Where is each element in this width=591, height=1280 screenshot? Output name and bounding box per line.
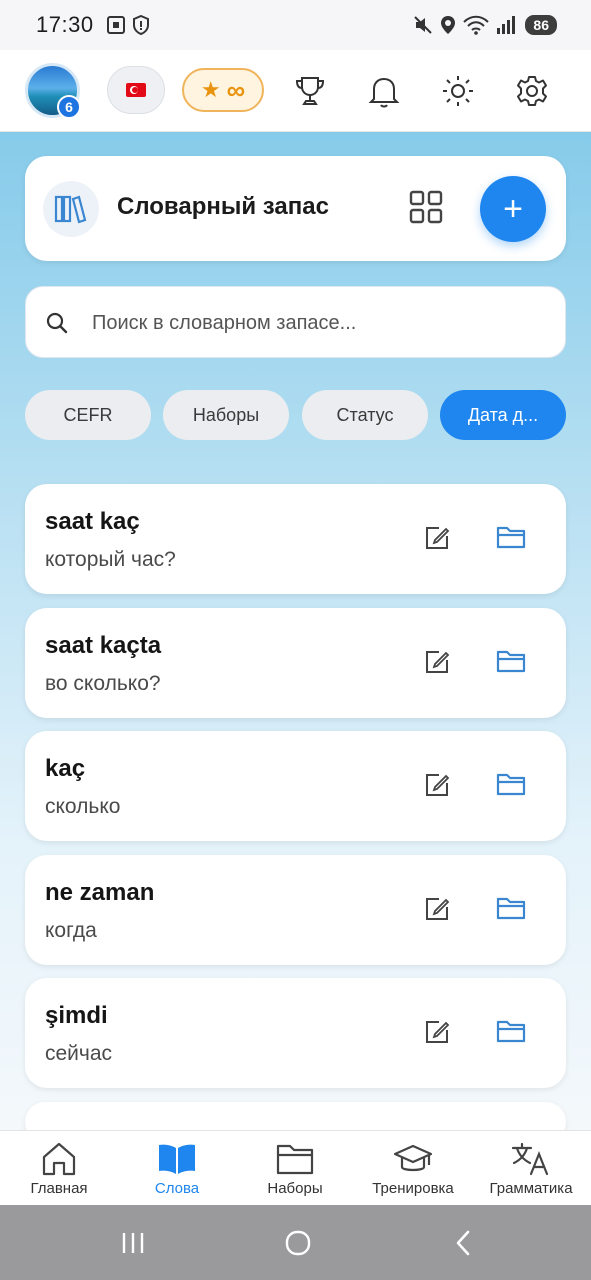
word-translation: во сколько?: [45, 672, 161, 695]
filter-chip-cefr[interactable]: CEFR: [25, 390, 151, 440]
nav-item-training[interactable]: Тренировка: [354, 1131, 472, 1206]
folder-icon[interactable]: [496, 895, 526, 921]
nav-item-words[interactable]: Слова: [118, 1131, 236, 1206]
filter-chip-date[interactable]: Дата д...: [440, 390, 566, 440]
recent-apps-icon: [122, 1233, 144, 1253]
recent-apps-button[interactable]: [113, 1225, 153, 1261]
system-navigation-bar: [0, 1205, 591, 1280]
status-time: 17:30: [36, 12, 94, 37]
word-term: saat kaçta: [45, 632, 162, 659]
nav-item-sets[interactable]: Наборы: [236, 1131, 354, 1206]
list-item[interactable]: saat kaçta во сколько?: [25, 608, 566, 718]
shield-icon: [132, 15, 149, 35]
search-icon: [46, 312, 68, 334]
theme-button[interactable]: [438, 71, 478, 111]
library-icon: [43, 181, 99, 237]
wifi-icon: [463, 15, 490, 35]
folder-icon[interactable]: [496, 648, 526, 674]
turkey-flag-icon: [126, 83, 146, 97]
edit-icon[interactable]: [423, 1018, 451, 1046]
word-term: saat kaç: [45, 508, 140, 535]
settings-button[interactable]: [512, 71, 552, 111]
top-app-bar: 6 ★ ∞: [0, 50, 591, 132]
word-term: ne zaman: [45, 879, 155, 906]
back-button[interactable]: [443, 1225, 483, 1261]
word-translation: когда: [45, 919, 97, 942]
vocabulary-header-card: Словарный запас +: [25, 156, 566, 261]
folder-icon: [276, 1144, 314, 1175]
word-term: şimdi: [45, 1002, 108, 1029]
trophy-button[interactable]: [290, 71, 330, 111]
notifications-button[interactable]: [364, 71, 404, 111]
nav-item-grammar[interactable]: Грамматика: [472, 1131, 590, 1206]
list-item[interactable]: [25, 1102, 566, 1130]
trophy-icon: [295, 77, 325, 105]
nav-item-home[interactable]: Главная: [0, 1131, 118, 1206]
graduation-cap-icon: [393, 1144, 433, 1172]
word-translation: который час?: [45, 548, 176, 571]
grid-view-button[interactable]: [408, 189, 444, 230]
mute-icon: [414, 16, 433, 34]
list-item[interactable]: saat kaç который час?: [25, 484, 566, 594]
main-content: Словарный запас + CEFR Наборы Статус Дат…: [0, 132, 591, 1130]
premium-label: ∞: [226, 74, 246, 105]
edit-icon[interactable]: [423, 524, 451, 552]
home-button[interactable]: [278, 1225, 318, 1261]
back-icon: [456, 1230, 470, 1256]
home-circle-icon: [285, 1230, 311, 1256]
bell-icon: [368, 77, 400, 108]
edit-icon[interactable]: [423, 771, 451, 799]
folder-icon[interactable]: [496, 1018, 526, 1044]
folder-icon[interactable]: [496, 524, 526, 550]
book-icon: [159, 1144, 195, 1174]
translate-icon: [511, 1142, 549, 1176]
folder-icon[interactable]: [496, 771, 526, 797]
level-badge: 6: [57, 95, 81, 119]
list-item[interactable]: ne zaman когда: [25, 855, 566, 965]
nav-label: Слова: [154, 1180, 200, 1197]
battery-indicator: 86: [525, 15, 557, 35]
home-icon: [42, 1142, 76, 1176]
signal-icon: [497, 16, 516, 34]
search-bar: [25, 286, 566, 358]
word-term: kaç: [45, 755, 86, 782]
word-translation: сейчас: [45, 1042, 113, 1065]
page-title: Словарный запас: [117, 193, 329, 220]
nav-label: Наборы: [267, 1180, 323, 1197]
language-button[interactable]: [107, 66, 165, 114]
star-icon: ★: [200, 77, 221, 102]
gear-icon: [517, 76, 547, 106]
location-icon: [441, 16, 456, 34]
list-item[interactable]: kaç сколько: [25, 731, 566, 841]
add-word-button[interactable]: +: [480, 176, 546, 242]
nav-label: Главная: [30, 1180, 88, 1197]
list-item[interactable]: şimdi сейчас: [25, 978, 566, 1088]
premium-button[interactable]: ★ ∞: [182, 68, 264, 112]
word-translation: сколько: [45, 795, 121, 818]
edit-icon[interactable]: [423, 895, 451, 923]
filter-chip-status[interactable]: Статус: [302, 390, 428, 440]
sun-icon: [443, 76, 473, 106]
edit-icon[interactable]: [423, 648, 451, 676]
screenshot-icon: [106, 16, 125, 34]
grid-icon: [409, 190, 443, 224]
filter-chip-sets[interactable]: Наборы: [163, 390, 289, 440]
nav-label: Грамматика: [489, 1180, 573, 1197]
nav-label: Тренировка: [372, 1180, 454, 1197]
search-input[interactable]: [92, 301, 542, 345]
bottom-navigation: Главная Слова Наборы Тренировка Граммати…: [0, 1130, 591, 1205]
status-bar: 17:30 86: [0, 0, 591, 50]
filter-chips: CEFR Наборы Статус Дата д...: [25, 390, 566, 440]
